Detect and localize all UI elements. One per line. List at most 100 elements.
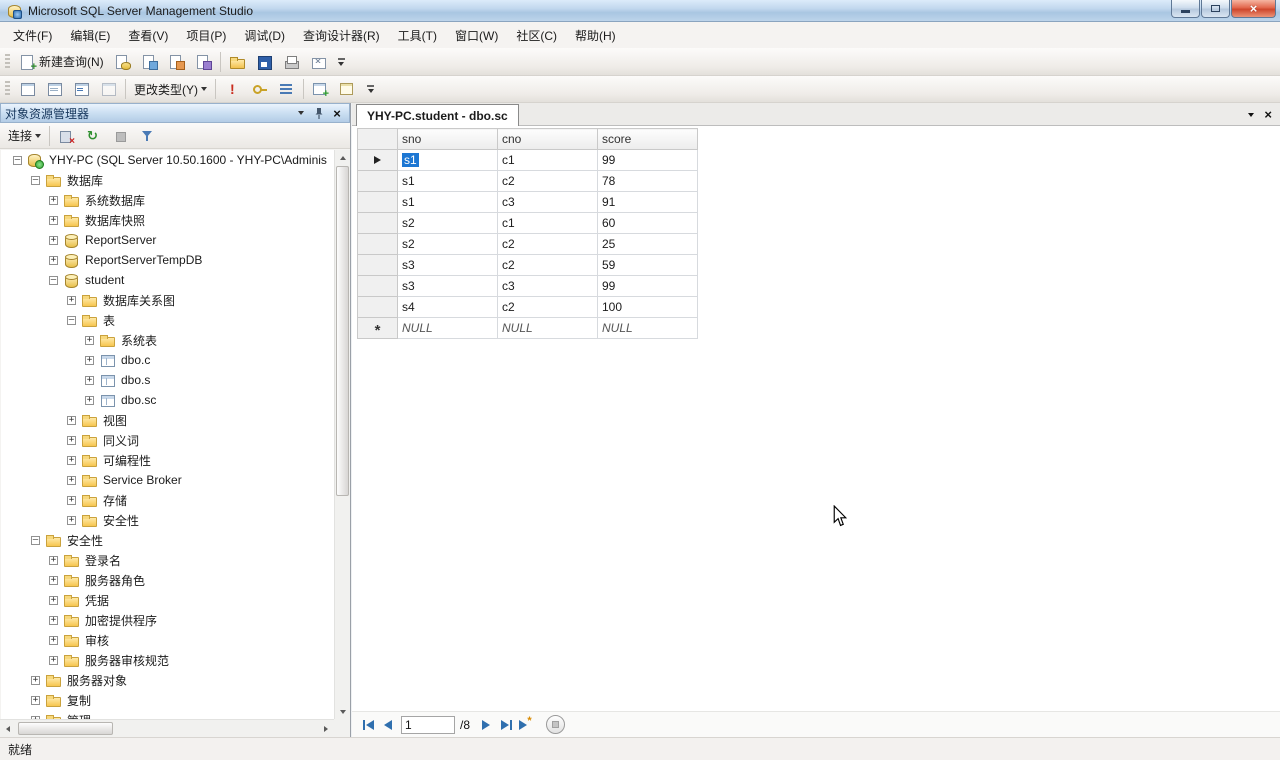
add-group-by-button[interactable] — [273, 78, 300, 100]
row-header[interactable] — [357, 170, 398, 192]
add-derived-table-button[interactable] — [334, 78, 361, 100]
grid-cell[interactable]: c2 — [497, 170, 598, 192]
scroll-down-button[interactable] — [335, 704, 350, 719]
verify-sql-button[interactable] — [246, 78, 273, 100]
grid-cell[interactable]: c3 — [497, 191, 598, 213]
show-results-pane-button[interactable] — [95, 78, 122, 100]
tree-item[interactable]: + 服务器对象 — [1, 670, 334, 690]
show-diagram-pane-button[interactable] — [14, 78, 41, 100]
connect-button[interactable]: 连接 — [3, 125, 46, 147]
expand-icon[interactable]: + — [85, 335, 94, 345]
show-sql-pane-button[interactable] — [68, 78, 95, 100]
expand-icon[interactable]: + — [31, 675, 40, 685]
stop-refresh-button[interactable] — [546, 715, 566, 734]
print-button[interactable] — [278, 51, 305, 73]
toolbar-overflow-button[interactable] — [334, 57, 349, 66]
scrollbar-thumb[interactable] — [18, 722, 113, 735]
collapse-icon[interactable]: – — [31, 175, 40, 185]
tree-item[interactable]: + Service Broker — [1, 470, 334, 490]
grid-cell[interactable]: 60 — [597, 212, 698, 234]
row-header[interactable] — [357, 212, 398, 234]
move-last-button[interactable] — [496, 715, 516, 735]
tree-item[interactable]: + ReportServer — [1, 230, 334, 250]
mdx-query-button[interactable] — [136, 51, 163, 73]
grid-cell[interactable]: s1 — [397, 149, 498, 171]
menu-item[interactable]: 社区(C) — [507, 23, 566, 48]
tree-item[interactable]: + dbo.sc — [1, 390, 334, 410]
grid-cell[interactable]: 59 — [597, 254, 698, 276]
new-row-header[interactable]: * — [357, 317, 398, 339]
toolbar-grip[interactable] — [5, 53, 10, 70]
tree-item[interactable]: + ReportServerTempDB — [1, 250, 334, 270]
change-type-button[interactable]: 更改类型(Y) — [129, 78, 212, 100]
dmx-query-button[interactable] — [163, 51, 190, 73]
tree-item[interactable]: – 安全性 — [1, 530, 334, 550]
add-table-button[interactable] — [307, 78, 334, 100]
grid-cell[interactable]: c1 — [497, 149, 598, 171]
grid-cell[interactable]: c2 — [497, 254, 598, 276]
grid-cell[interactable]: s3 — [397, 275, 498, 297]
tree-item[interactable]: + 视图 — [1, 410, 334, 430]
grid-corner[interactable] — [357, 128, 398, 150]
expand-icon[interactable]: + — [85, 355, 94, 365]
tree-item[interactable]: + 复制 — [1, 690, 334, 710]
expand-icon[interactable]: + — [67, 295, 76, 305]
move-next-button[interactable] — [476, 715, 496, 735]
menu-item[interactable]: 调试(D) — [235, 23, 294, 48]
grid-cell[interactable]: 78 — [597, 170, 698, 192]
row-header[interactable] — [357, 233, 398, 255]
expand-icon[interactable]: + — [49, 595, 58, 605]
grid-cell[interactable]: 91 — [597, 191, 698, 213]
grid-cell[interactable]: 99 — [597, 149, 698, 171]
expand-icon[interactable]: + — [49, 615, 58, 625]
scroll-left-button[interactable] — [0, 720, 16, 737]
row-header[interactable] — [357, 275, 398, 297]
stop-button[interactable] — [107, 125, 134, 147]
panel-close-button[interactable]: × — [329, 106, 345, 121]
tree-item[interactable]: + 安全性 — [1, 510, 334, 530]
expand-icon[interactable]: + — [67, 455, 76, 465]
tree-item[interactable]: + 可编程性 — [1, 450, 334, 470]
xmla-query-button[interactable] — [190, 51, 217, 73]
expand-icon[interactable]: + — [49, 575, 58, 585]
expand-icon[interactable]: + — [67, 415, 76, 425]
tree-item[interactable]: – 数据库 — [1, 170, 334, 190]
row-header[interactable] — [357, 149, 398, 171]
column-header[interactable]: sno — [397, 128, 498, 150]
toolbar-grip[interactable] — [5, 81, 10, 97]
menu-item[interactable]: 编辑(E) — [61, 23, 119, 48]
grid-cell[interactable]: NULL — [397, 317, 498, 339]
tree-item[interactable]: +管理 — [1, 710, 334, 719]
tree-item[interactable]: + 存储 — [1, 490, 334, 510]
tree-item[interactable]: + dbo.s — [1, 370, 334, 390]
expand-icon[interactable]: + — [49, 195, 58, 205]
column-header[interactable]: score — [597, 128, 698, 150]
expand-icon[interactable]: + — [49, 655, 58, 665]
expand-icon[interactable]: + — [67, 435, 76, 445]
tree-horizontal-scrollbar[interactable] — [0, 719, 334, 737]
maximize-button[interactable] — [1201, 0, 1230, 18]
scroll-right-button[interactable] — [318, 720, 334, 737]
move-new-row-button[interactable]: * — [516, 715, 536, 735]
grid-cell[interactable]: 99 — [597, 275, 698, 297]
row-header[interactable] — [357, 191, 398, 213]
tree-item[interactable]: + 凭据 — [1, 590, 334, 610]
menu-item[interactable]: 窗口(W) — [446, 23, 507, 48]
collapse-icon[interactable]: – — [31, 535, 40, 545]
document-list-chevron-icon[interactable] — [1248, 112, 1255, 117]
tree-item[interactable]: + 加密提供程序 — [1, 610, 334, 630]
grid-cell[interactable]: 100 — [597, 296, 698, 318]
menu-item[interactable]: 文件(F) — [4, 23, 61, 48]
scrollbar-thumb[interactable] — [336, 166, 349, 497]
tree-item[interactable]: + 登录名 — [1, 550, 334, 570]
grid-cell[interactable]: NULL — [497, 317, 598, 339]
tree-item[interactable]: + dbo.c — [1, 350, 334, 370]
row-header[interactable] — [357, 254, 398, 276]
grid-cell[interactable]: c1 — [497, 212, 598, 234]
record-position-input[interactable] — [401, 715, 455, 734]
grid-cell[interactable]: NULL — [597, 317, 698, 339]
grid-cell[interactable]: 25 — [597, 233, 698, 255]
disconnect-button[interactable] — [53, 125, 80, 147]
tree-item[interactable]: – student — [1, 270, 334, 290]
menu-item[interactable]: 帮助(H) — [566, 23, 625, 48]
